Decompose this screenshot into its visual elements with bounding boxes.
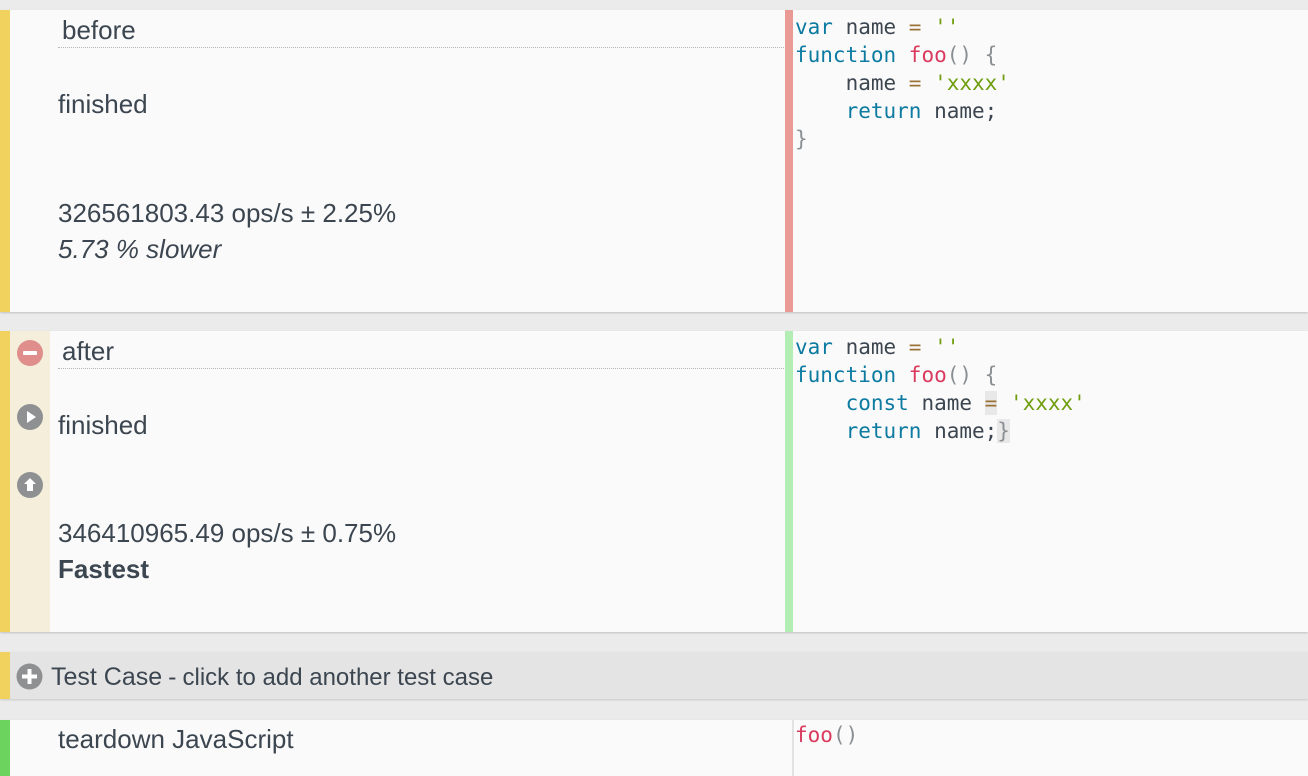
code-token: 'xxxx' xyxy=(997,391,1086,415)
code-token: var xyxy=(795,335,833,359)
code-editor[interactable]: var name = '' function foo() { const nam… xyxy=(795,333,1086,445)
test-title[interactable]: after xyxy=(58,331,784,369)
code-token: 'xxxx' xyxy=(921,71,1010,95)
code-token: const xyxy=(795,391,909,415)
arrow-up-icon[interactable] xyxy=(16,471,44,499)
code-token: name; xyxy=(921,99,998,123)
code-token: name xyxy=(795,71,909,95)
teardown-section: teardown JavaScript foo() xyxy=(0,720,1308,776)
test-case-before: before finished 326561803.43 ops/s ± 2.2… xyxy=(0,10,1308,312)
code-token: name xyxy=(832,335,909,359)
teardown-accent-bar xyxy=(0,720,10,776)
code-token: name xyxy=(832,15,909,39)
code-token: () xyxy=(832,723,859,747)
code-token: foo xyxy=(896,43,947,67)
code-token: foo xyxy=(896,363,947,387)
code-token: = xyxy=(984,391,998,415)
code-token: } xyxy=(997,419,1010,443)
code-token: return xyxy=(795,99,922,123)
code-token: '' xyxy=(921,15,960,39)
code-token: () { xyxy=(946,363,998,387)
test-ops-result: 326561803.43 ops/s ± 2.25% xyxy=(58,198,397,228)
code-token: return xyxy=(795,419,922,443)
test-case-after: after finished 346410965.49 ops/s ± 0.75… xyxy=(0,331,1308,632)
code-token: foo xyxy=(795,723,833,747)
test-status-divider xyxy=(785,331,793,632)
play-icon[interactable] xyxy=(16,403,44,431)
code-token: '' xyxy=(921,335,960,359)
code-token: function xyxy=(795,43,897,67)
code-token: = xyxy=(908,335,922,359)
teardown-title: teardown JavaScript xyxy=(58,724,294,754)
code-token: name xyxy=(908,391,985,415)
code-token: = xyxy=(908,15,922,39)
test-status: finished xyxy=(58,410,148,440)
add-test-separator: - xyxy=(168,663,177,691)
test-status-divider xyxy=(785,10,793,312)
code-token: function xyxy=(795,363,897,387)
test-comparison: Fastest xyxy=(58,554,150,584)
test-status: finished xyxy=(58,89,148,119)
plus-icon[interactable] xyxy=(16,663,43,690)
code-token: () { xyxy=(946,43,998,67)
add-test-case-bar[interactable]: Test Case - click to add another test case xyxy=(0,652,1308,699)
teardown-divider xyxy=(792,720,794,776)
add-test-title: Test Case xyxy=(51,663,163,691)
test-title[interactable]: before xyxy=(58,10,784,48)
code-editor[interactable]: var name = '' function foo() { name = 'x… xyxy=(795,13,1010,153)
test-case-accent-bar xyxy=(0,331,10,632)
remove-icon[interactable] xyxy=(16,339,44,367)
test-case-accent-bar xyxy=(0,10,10,312)
code-token: var xyxy=(795,15,833,39)
add-test-accent-bar xyxy=(0,652,10,699)
test-comparison: 5.73 % slower xyxy=(58,234,222,264)
test-ops-result: 346410965.49 ops/s ± 0.75% xyxy=(58,518,397,548)
add-test-hint: click to add another test case xyxy=(182,664,494,691)
code-token: = xyxy=(908,71,922,95)
code-token: } xyxy=(795,127,808,151)
code-token: name; xyxy=(921,419,998,443)
add-test-case-label[interactable]: Test Case - click to add another test case xyxy=(51,652,493,703)
teardown-code-editor[interactable]: foo() xyxy=(795,721,858,749)
